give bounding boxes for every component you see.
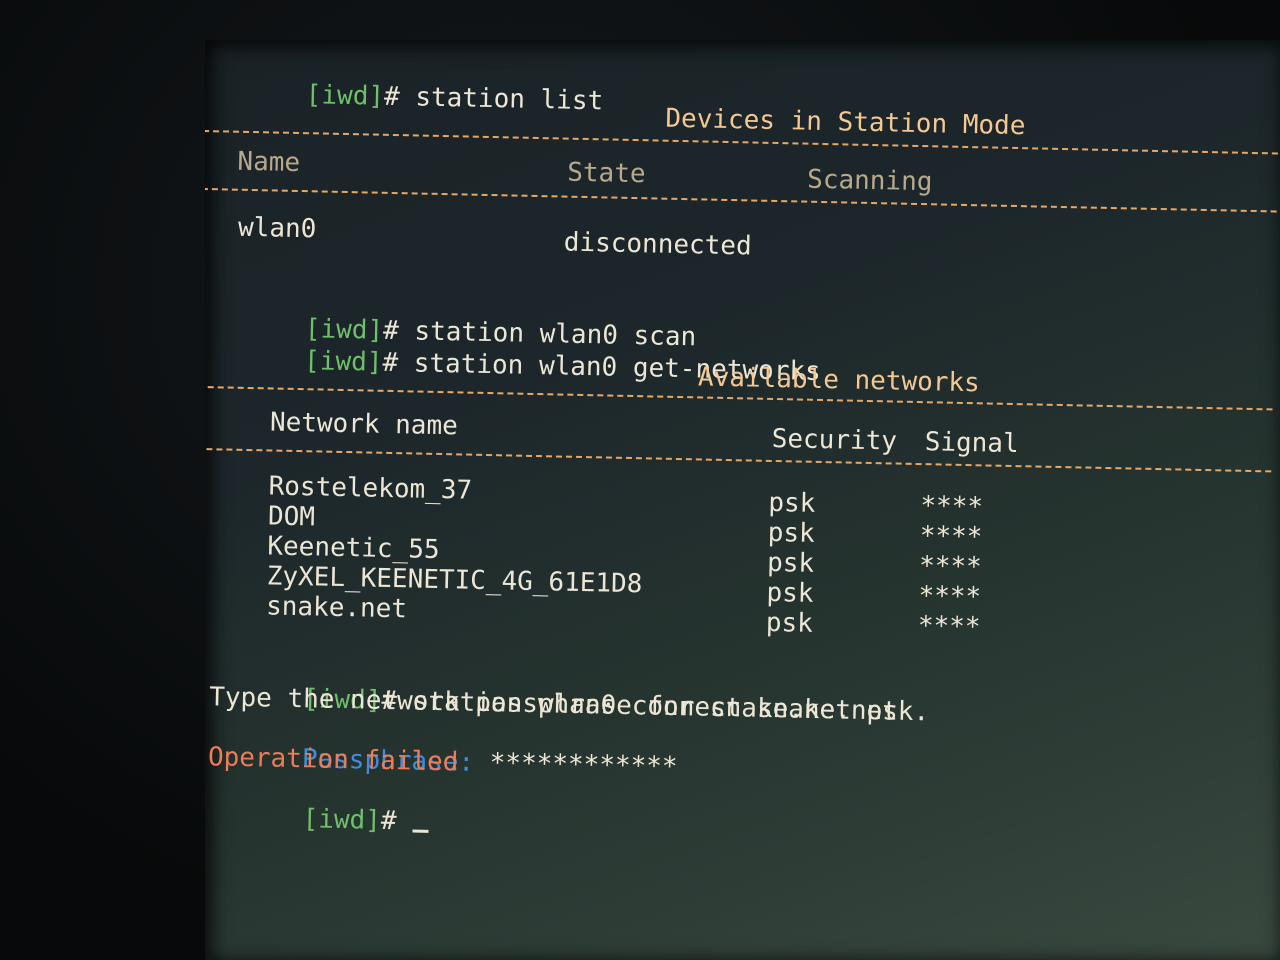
prompt-hash: # [382,347,399,379]
network-row-signal: **** [919,521,983,553]
header-name: Name [237,146,301,179]
header-network-name: Network name [269,407,459,442]
terminal-output: [iwd]# station list Devices in Station M… [205,40,1280,960]
text-cursor [411,829,429,833]
prompt: [iwd] [302,804,382,836]
prompt: [iwd] [303,346,383,378]
network-row-signal: **** [917,611,981,643]
command-line-current[interactable]: [iwd]# [209,772,429,836]
station-row-state: disconnected [563,227,752,262]
network-row-security: psk [766,547,815,579]
station-table-title: Devices in Station Mode [665,103,1026,142]
table-divider [205,187,1277,213]
network-row-signal: **** [920,491,984,523]
header-security: Security [771,423,898,457]
header-scanning: Scanning [806,164,933,198]
passphrase-input[interactable]: ************ [489,748,677,782]
network-row-signal: **** [918,581,982,613]
networks-table-title: Available networks [697,362,981,399]
terminal-screen: [iwd]# station list Devices in Station M… [205,40,1280,960]
prompt-hash: # [380,805,397,837]
network-row-name: Rostelekom_37 [268,471,473,506]
command-line-station-list: [iwd]# station list [212,48,604,116]
header-signal: Signal [924,427,1019,460]
network-row-name: Keenetic_55 [267,531,440,566]
station-row-name: wlan0 [237,212,317,245]
header-state: State [566,157,646,190]
network-row-security: psk [766,577,814,609]
prompt-hash: # [383,81,401,113]
network-row-signal: **** [918,551,983,583]
network-row-security: psk [768,487,816,519]
network-row-security: psk [767,517,816,549]
network-row-name: DOM [267,501,316,533]
table-divider [205,447,1272,473]
network-row-name: snake.net [265,591,408,625]
prompt: [iwd] [305,80,385,112]
network-row-security: psk [765,607,814,639]
command-line-get-networks: [iwd]# station wlan0 get-networks [211,314,822,387]
command-text: station list [415,82,604,117]
